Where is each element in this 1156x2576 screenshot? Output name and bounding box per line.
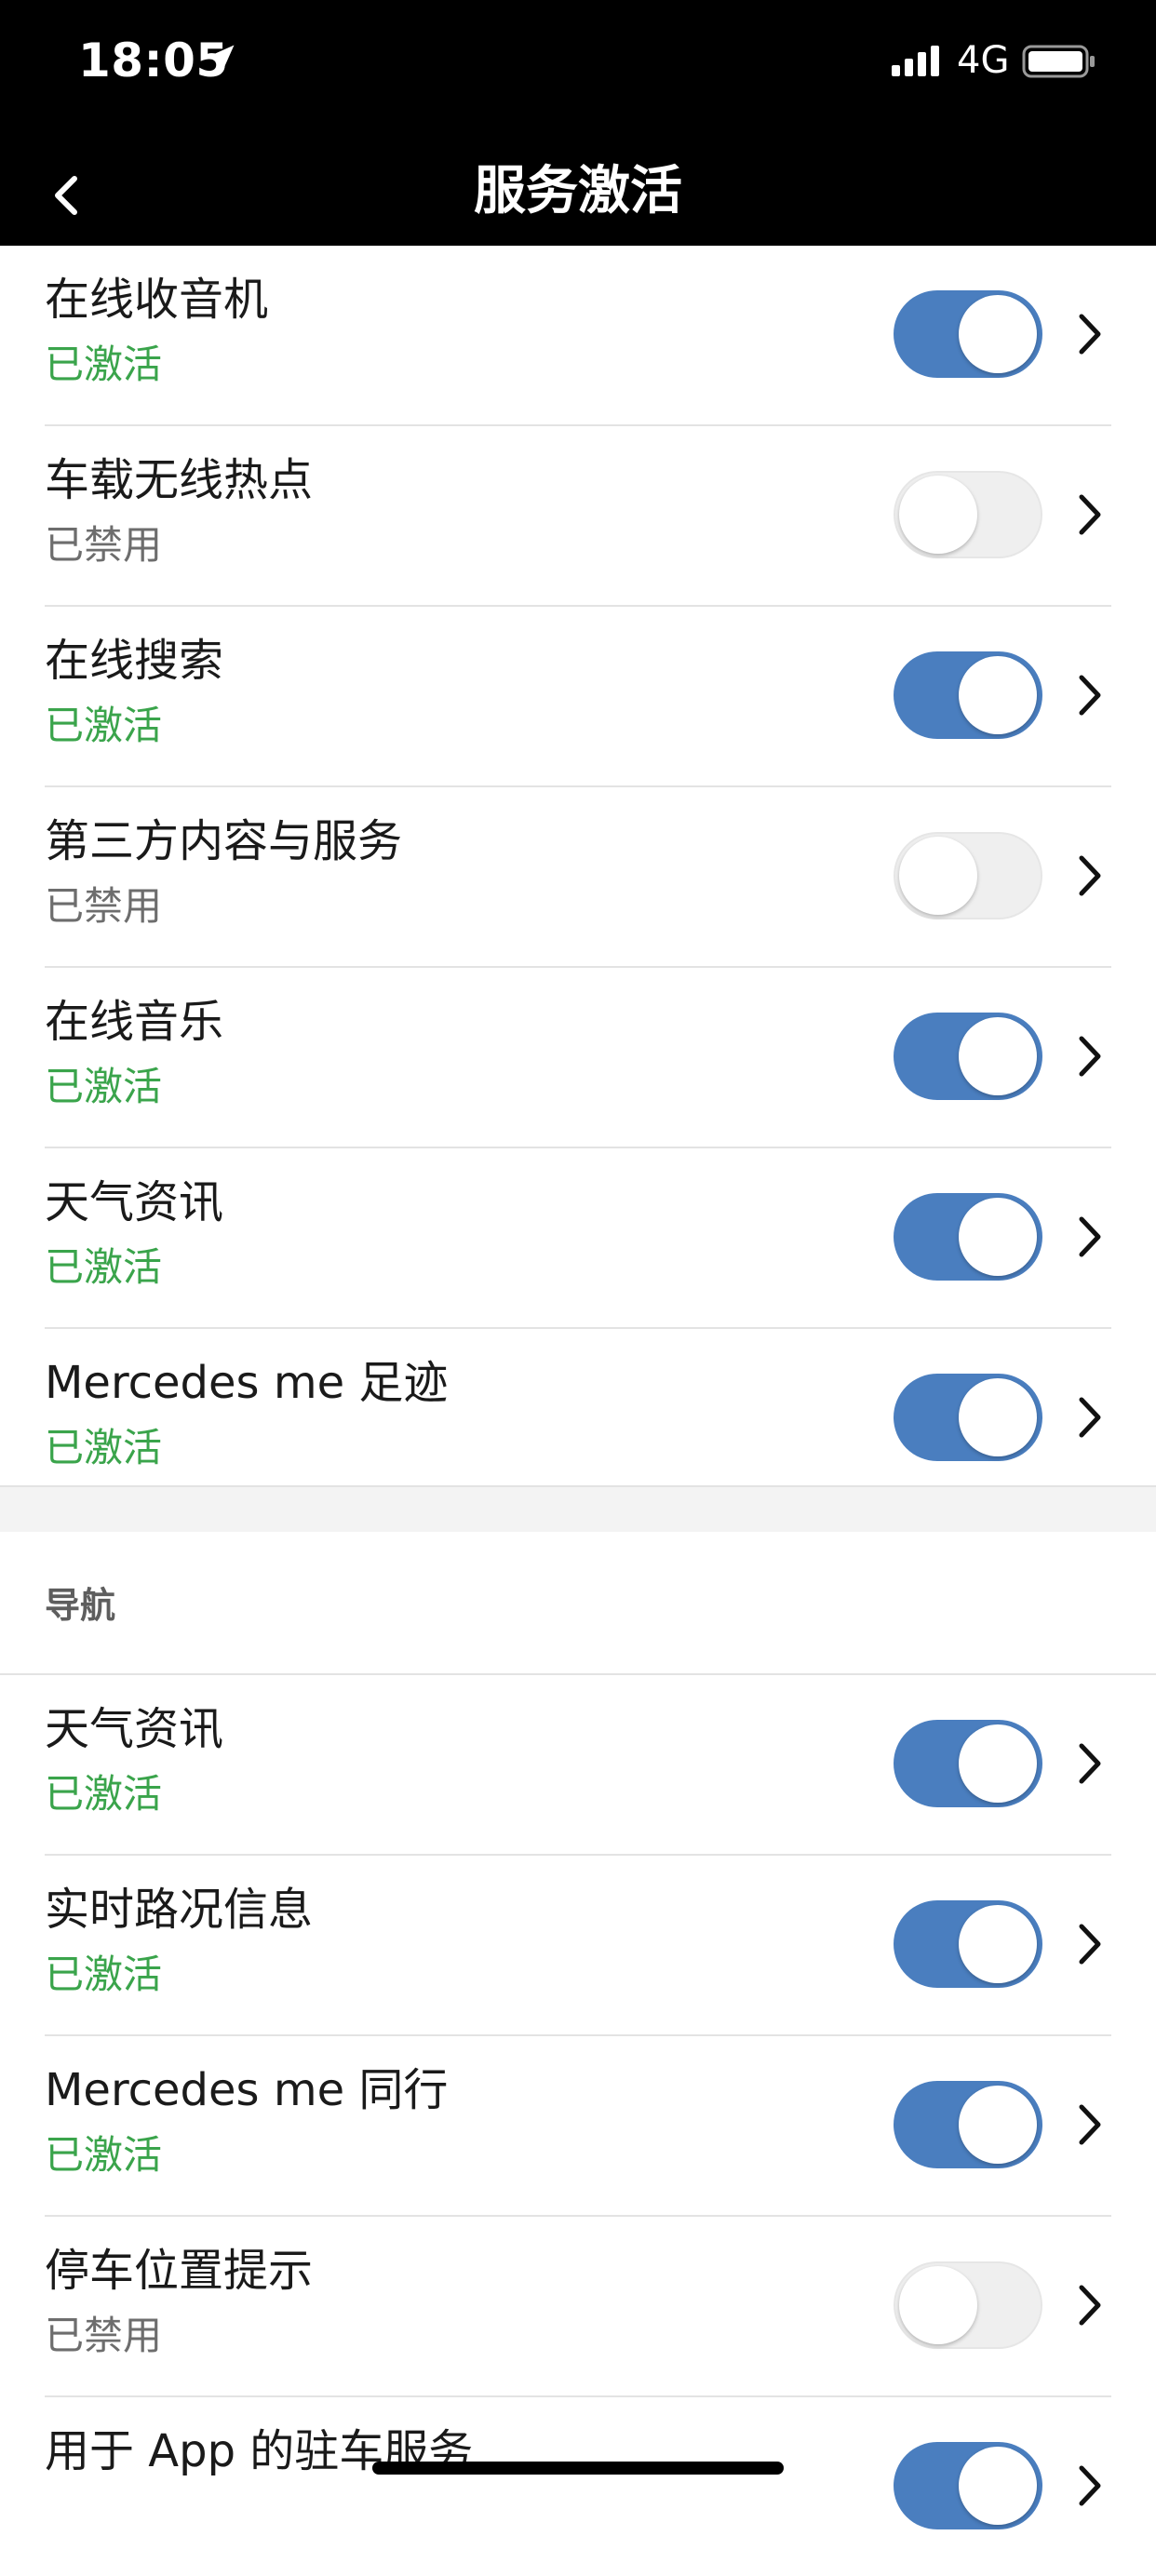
service-toggle[interactable] bbox=[894, 1374, 1042, 1461]
item-status: 已激活 bbox=[45, 1952, 163, 1997]
list-item[interactable]: 停车位置提示 已禁用 bbox=[45, 2217, 1111, 2397]
toggle-knob bbox=[899, 837, 977, 915]
chevron-right-icon[interactable] bbox=[1076, 1214, 1104, 1260]
chevron-right-icon[interactable] bbox=[1076, 672, 1104, 718]
service-toggle[interactable] bbox=[894, 1013, 1042, 1100]
list-item[interactable]: Mercedes me 同行 已激活 bbox=[45, 2036, 1111, 2217]
toggle-knob bbox=[959, 656, 1037, 734]
list-item[interactable]: 天气资讯 已激活 bbox=[45, 1148, 1111, 1329]
item-title: 天气资讯 bbox=[45, 1176, 224, 1228]
item-title: Mercedes me 足迹 bbox=[45, 1357, 449, 1409]
network-type: 4G bbox=[957, 39, 1010, 82]
chevron-right-icon[interactable] bbox=[1076, 2282, 1104, 2328]
item-status: 已激活 bbox=[45, 703, 163, 748]
list-item[interactable]: 天气资讯 已激活 bbox=[45, 1675, 1111, 1856]
chevron-right-icon[interactable] bbox=[1076, 1740, 1104, 1787]
chevron-right-icon[interactable] bbox=[1076, 311, 1104, 357]
toggle-knob bbox=[959, 2447, 1037, 2525]
section-divider bbox=[0, 1485, 1156, 1532]
chevron-right-icon[interactable] bbox=[1076, 1033, 1104, 1080]
service-toggle[interactable] bbox=[894, 832, 1042, 919]
service-toggle[interactable] bbox=[894, 2442, 1042, 2529]
toggle-knob bbox=[959, 1905, 1037, 1983]
chevron-right-icon[interactable] bbox=[1076, 852, 1104, 899]
page-title: 服务激活 bbox=[474, 161, 682, 221]
item-status: 已激活 bbox=[45, 342, 163, 387]
services-list: 在线收音机 已激活 车载无线热点 已禁用 在线搜索 已激活 第三方内容与服务 已… bbox=[0, 246, 1156, 1508]
toggle-knob bbox=[959, 2086, 1037, 2164]
item-status: 已激活 bbox=[45, 1064, 163, 1109]
location-arrow-icon bbox=[208, 45, 235, 71]
item-title: 第三方内容与服务 bbox=[45, 815, 403, 867]
home-indicator[interactable] bbox=[372, 2462, 784, 2475]
chevron-right-icon[interactable] bbox=[1076, 1394, 1104, 1441]
chevron-right-icon[interactable] bbox=[1076, 1921, 1104, 1967]
chevron-right-icon[interactable] bbox=[1076, 2101, 1104, 2148]
list-item[interactable]: 第三方内容与服务 已禁用 bbox=[45, 787, 1111, 968]
cellular-signal-icon bbox=[892, 46, 939, 76]
service-toggle[interactable] bbox=[894, 1900, 1042, 1988]
item-status: 已禁用 bbox=[45, 2313, 163, 2358]
toggle-knob bbox=[899, 2266, 977, 2344]
service-toggle[interactable] bbox=[894, 471, 1042, 558]
list-item[interactable]: 在线音乐 已激活 bbox=[45, 968, 1111, 1148]
list-item[interactable]: 在线收音机 已激活 bbox=[45, 246, 1111, 426]
section-header-navigation: 导航 bbox=[0, 1530, 1156, 1675]
item-title: 实时路况信息 bbox=[45, 1884, 314, 1936]
item-title: 车载无线热点 bbox=[45, 454, 314, 506]
service-toggle[interactable] bbox=[894, 1193, 1042, 1281]
item-title: 停车位置提示 bbox=[45, 2245, 314, 2297]
list-item[interactable]: 在线搜索 已激活 bbox=[45, 607, 1111, 787]
item-status: 已激活 bbox=[45, 1425, 163, 1470]
item-title: Mercedes me 同行 bbox=[45, 2064, 449, 2116]
navigation-services-list: 天气资讯 已激活 实时路况信息 已激活 Mercedes me 同行 已激活 停… bbox=[0, 1675, 1156, 2576]
chevron-right-icon[interactable] bbox=[1076, 2462, 1104, 2509]
item-status: 已激活 bbox=[45, 1244, 163, 1290]
list-item[interactable]: 车载无线热点 已禁用 bbox=[45, 426, 1111, 607]
section-header-label: 导航 bbox=[45, 1585, 116, 1626]
list-item[interactable]: Mercedes me 足迹 已激活 bbox=[45, 1329, 1111, 1508]
item-title: 在线音乐 bbox=[45, 996, 224, 1048]
item-status: 已禁用 bbox=[45, 522, 163, 568]
toggle-knob bbox=[899, 476, 977, 554]
item-title: 在线收音机 bbox=[45, 274, 269, 326]
toggle-knob bbox=[959, 295, 1037, 373]
service-toggle[interactable] bbox=[894, 2261, 1042, 2349]
item-title: 在线搜索 bbox=[45, 635, 224, 687]
battery-icon bbox=[1022, 45, 1095, 78]
item-status: 已禁用 bbox=[45, 883, 163, 929]
top-bar: 18:05 4G 服务激活 bbox=[0, 0, 1156, 246]
service-toggle[interactable] bbox=[894, 651, 1042, 739]
toggle-knob bbox=[959, 1724, 1037, 1803]
item-status: 已激活 bbox=[45, 1771, 163, 1817]
toggle-knob bbox=[959, 1017, 1037, 1095]
service-toggle[interactable] bbox=[894, 2081, 1042, 2168]
service-toggle[interactable] bbox=[894, 1720, 1042, 1807]
list-item[interactable]: 用于 App 的驻车服务 bbox=[45, 2397, 1111, 2576]
item-status: 已激活 bbox=[45, 2132, 163, 2178]
list-item[interactable]: 实时路况信息 已激活 bbox=[45, 1856, 1111, 2036]
service-toggle[interactable] bbox=[894, 290, 1042, 378]
toggle-knob bbox=[959, 1378, 1037, 1456]
chevron-right-icon[interactable] bbox=[1076, 491, 1104, 538]
item-title: 天气资讯 bbox=[45, 1703, 224, 1755]
toggle-knob bbox=[959, 1198, 1037, 1276]
